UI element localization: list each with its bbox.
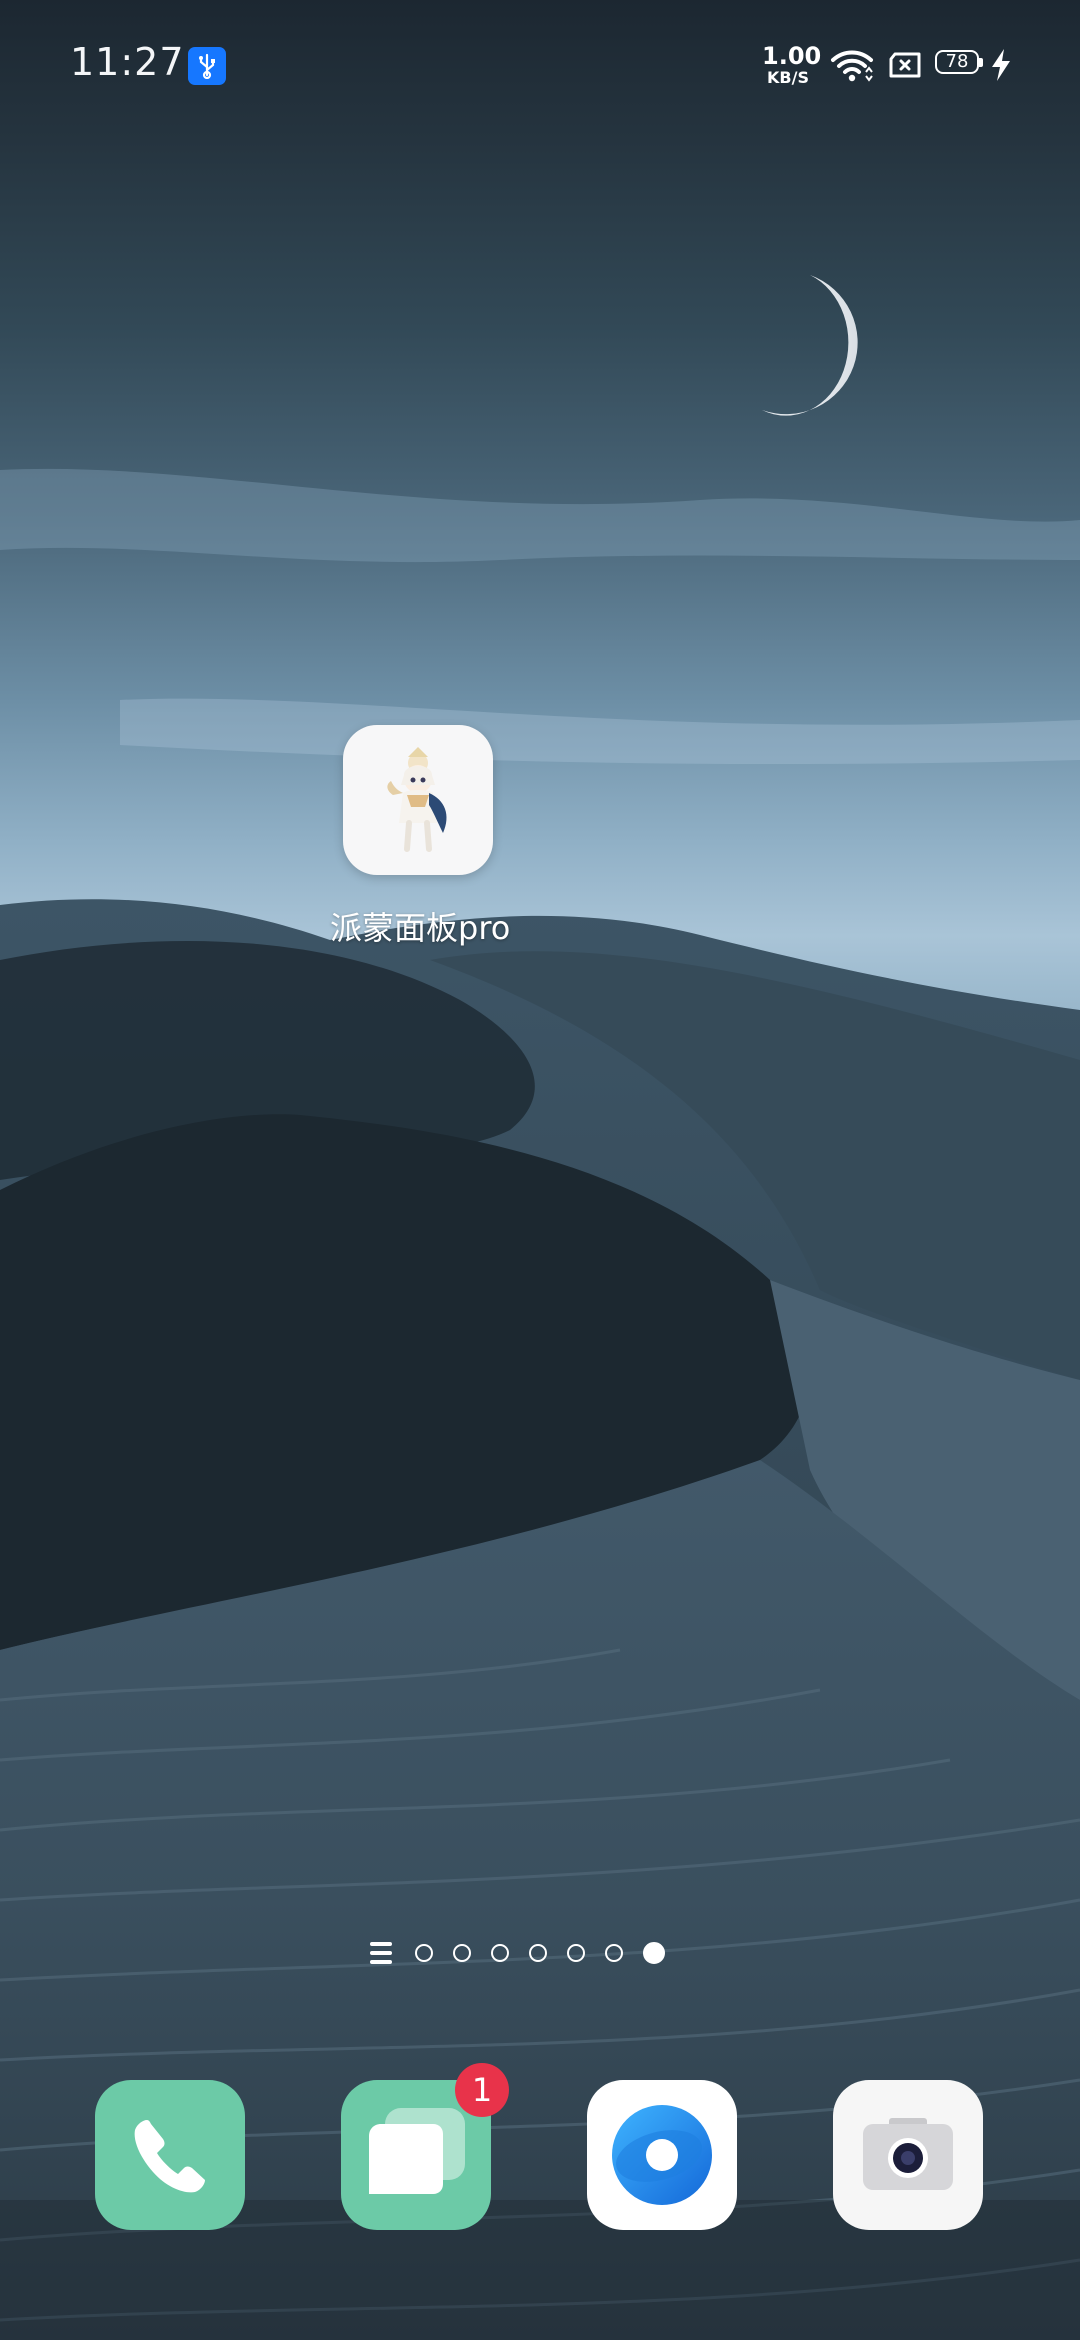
home-screen: 11:27 1.00 KB/S 78 派蒙面板pro 1 [0, 0, 1080, 2340]
battery-level: 78 [945, 51, 969, 72]
usb-debugging-icon [188, 47, 226, 85]
page-dot-3[interactable] [491, 1944, 509, 1962]
paimon-app-label: 派蒙面板pro [330, 909, 511, 947]
page-indicator[interactable] [370, 1938, 676, 1968]
network-speed-unit: KB/S [767, 68, 809, 87]
camera-icon [863, 2118, 953, 2190]
network-speed: 1.00 KB/S [762, 42, 822, 87]
camera-app[interactable] [833, 2080, 983, 2230]
page-dot-2[interactable] [453, 1944, 471, 1962]
page-dot-1[interactable] [415, 1944, 433, 1962]
paimon-app[interactable]: 派蒙面板pro [330, 725, 511, 949]
phone-app[interactable] [95, 2080, 245, 2230]
paimon-app-icon [342, 725, 493, 875]
browser-app[interactable] [587, 2080, 737, 2230]
wifi-icon [831, 50, 873, 82]
charging-icon [992, 49, 1010, 81]
status-bar: 11:27 1.00 KB/S 78 [0, 0, 1080, 130]
page-dot-7-active[interactable] [643, 1942, 665, 1964]
messages-unread-badge: 1 [455, 2063, 509, 2117]
page-dot-6[interactable] [605, 1944, 623, 1962]
phone-icon [134, 2120, 205, 2193]
network-speed-value: 1.00 [762, 42, 822, 70]
desert-wallpaper [0, 275, 1080, 2340]
status-time: 11:27 [70, 40, 185, 84]
no-sim-icon [889, 52, 921, 78]
battery-icon: 78 [935, 50, 985, 78]
browser-icon [612, 2105, 712, 2205]
page-dot-4[interactable] [529, 1944, 547, 1962]
app-drawer-icon[interactable] [370, 1942, 392, 1964]
page-dot-5[interactable] [567, 1944, 585, 1962]
